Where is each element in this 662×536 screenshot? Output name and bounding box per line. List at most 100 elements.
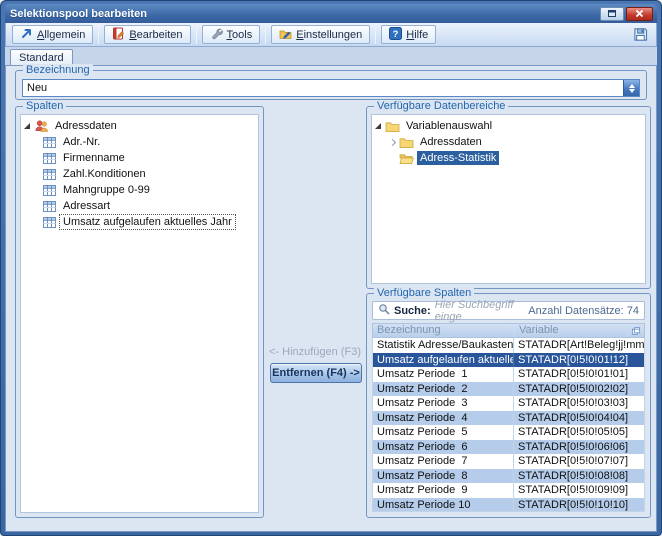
tab-strip: Standard (5, 47, 657, 65)
tree-item-column[interactable]: Adressart (41, 198, 258, 214)
table-header: Bezeichnung Variable (372, 323, 645, 338)
tree-item-label: Adressart (60, 199, 113, 213)
columns-table-body[interactable]: Statistik Adresse/Baukasten STATADR[Art!… (372, 338, 645, 512)
edit-document-icon (112, 27, 125, 43)
table-row[interactable]: Umsatz Periode 2 STATADR[0!5!0!02!02] (373, 382, 644, 397)
row-variable: STATADR[0!5!0!05!05] (513, 425, 644, 440)
verfuegbare-spalten-group-label: Verfügbare Spalten (374, 287, 474, 299)
tree-item-label: Mahngruppe 0-99 (60, 183, 153, 197)
search-label: Suche: (394, 305, 431, 317)
table-columns-icon (41, 167, 57, 181)
datenbereiche-tree[interactable]: Variablenauswahl Adressdaten (371, 114, 646, 284)
toolbar-separator (265, 26, 266, 44)
wrench-icon (210, 27, 223, 43)
tree-item-adressdaten-root[interactable]: Adressdaten (21, 118, 258, 134)
row-variable: STATADR[0!5!0!10!10] (513, 498, 644, 513)
column-header-bezeichnung[interactable]: Bezeichnung (373, 324, 514, 337)
spalten-tree[interactable]: Adressdaten Adr.-Nr. Firmenname Zahl.Kon… (20, 114, 259, 513)
restore-icon[interactable] (600, 7, 624, 21)
row-variable: STATADR[0!5!0!06!06] (513, 440, 644, 455)
help-icon: ? (389, 27, 402, 43)
bezeichnung-group: Bezeichnung Neu (15, 70, 647, 100)
tree-item-adress-statistik[interactable]: Adress-Statistik (386, 150, 645, 166)
table-row[interactable]: Umsatz Periode 8 STATADR[0!5!0!08!08] (373, 469, 644, 484)
toolbar-separator (375, 26, 376, 44)
table-row[interactable]: Statistik Adresse/Baukasten STATADR[Art!… (373, 338, 644, 353)
einstellungen-button[interactable]: Einstellungen (271, 25, 370, 44)
bezeichnung-group-label: Bezeichnung (23, 64, 93, 76)
table-row[interactable]: Umsatz Periode 3 STATADR[0!5!0!03!03] (373, 396, 644, 411)
expanded-arrow-icon[interactable] (372, 123, 384, 129)
tree-item-label: Adress-Statistik (417, 151, 499, 165)
search-bar[interactable]: Suche: Hier Suchbegriff einge Anzahl Dat… (372, 301, 645, 320)
bezeichnung-combobox[interactable]: Neu (22, 79, 640, 97)
tree-item-label: Umsatz aufgelaufen aktuelles Jahr (60, 215, 235, 229)
table-row[interactable]: Umsatz Periode 6 STATADR[0!5!0!06!06] (373, 440, 644, 455)
row-variable: STATADR[0!5!0!01!01] (513, 367, 644, 382)
row-bezeichnung: Umsatz Periode 4 (373, 411, 513, 426)
row-bezeichnung: Umsatz Periode 2 (373, 382, 513, 397)
row-bezeichnung: Umsatz Periode 5 (373, 425, 513, 440)
settings-icon (279, 27, 292, 43)
table-row[interactable]: Umsatz Periode 9 STATADR[0!5!0!09!09] (373, 483, 644, 498)
tree-item-column[interactable]: Zahl.Konditionen (41, 166, 258, 182)
hinzufuegen-button[interactable]: <- Hinzufügen (F3) (266, 346, 364, 358)
dialog-window: Selektionspool bearbeiten Allgemein Bear… (0, 0, 662, 536)
tools-button[interactable]: Tools (202, 25, 261, 44)
records-count-label: Anzahl Datensätze: (528, 305, 623, 317)
tree-item-label: Adressdaten (417, 135, 485, 149)
table-row[interactable]: Umsatz aufgelaufen aktuelles Jahr STATAD… (373, 353, 644, 368)
records-count-value: 74 (627, 305, 639, 317)
hilfe-button[interactable]: ? Hilfe (381, 25, 436, 44)
expanded-arrow-icon[interactable] (21, 123, 33, 129)
table-row[interactable]: Umsatz Periode 4 STATADR[0!5!0!04!04] (373, 411, 644, 426)
verfuegbare-spalten-group: Verfügbare Spalten Suche: Hier Suchbegri… (366, 293, 651, 518)
users-icon (33, 119, 49, 133)
combo-dropdown-icon[interactable] (623, 80, 639, 96)
tree-item-column[interactable]: Mahngruppe 0-99 (41, 182, 258, 198)
table-row[interactable]: Umsatz Periode 5 STATADR[0!5!0!05!05] (373, 425, 644, 440)
tree-item-label: Adressdaten (52, 119, 120, 133)
column-header-variable[interactable]: Variable (514, 324, 627, 337)
bearbeiten-button[interactable]: Bearbeiten (104, 25, 190, 44)
tree-item-column[interactable]: Adr.-Nr. (41, 134, 258, 150)
table-columns-icon (41, 135, 57, 149)
row-bezeichnung: Umsatz Periode 7 (373, 454, 513, 469)
save-floppy-icon[interactable] (630, 25, 650, 44)
table-row[interactable]: Umsatz Periode 1 STATADR[0!5!0!01!01] (373, 367, 644, 382)
entfernen-button[interactable]: Entfernen (F4) -> (270, 363, 362, 383)
allgemein-button[interactable]: Allgemein (12, 25, 93, 44)
close-icon[interactable] (626, 7, 653, 21)
svg-text:?: ? (393, 29, 399, 40)
titlebar: Selektionspool bearbeiten (5, 4, 657, 23)
tree-item-label: Firmenname (60, 151, 128, 165)
toolbar-separator (98, 26, 99, 44)
tree-item-adressdaten[interactable]: Adressdaten (386, 134, 645, 150)
tree-item-column[interactable]: Firmenname (41, 150, 258, 166)
tree-item-variablenauswahl[interactable]: Variablenauswahl (372, 118, 645, 134)
main-panel: Bezeichnung Neu Spalten Adressdate (5, 65, 657, 532)
table-columns-icon (41, 183, 57, 197)
spalten-group: Spalten Adressdaten Adr.-Nr. Firmenname (15, 106, 264, 518)
row-bezeichnung: Umsatz Periode 9 (373, 483, 513, 498)
table-columns-icon (41, 199, 57, 213)
row-variable: STATADR[0!5!0!01!12] (513, 353, 644, 368)
row-variable: STATADR[0!5!0!09!09] (513, 483, 644, 498)
column-chooser-icon[interactable] (627, 324, 644, 337)
table-columns-icon (41, 151, 57, 165)
tree-item-column[interactable]: Umsatz aufgelaufen aktuelles Jahr (41, 214, 258, 230)
row-bezeichnung: Umsatz Periode 1 (373, 367, 513, 382)
collapsed-arrow-icon[interactable] (386, 140, 398, 145)
row-variable: STATADR[0!5!0!08!08] (513, 469, 644, 484)
row-bezeichnung: Umsatz Periode 3 (373, 396, 513, 411)
row-bezeichnung: Umsatz Periode 8 (373, 469, 513, 484)
table-row[interactable]: Umsatz Periode 10 STATADR[0!5!0!10!10] (373, 498, 644, 513)
toolbar: Allgemein Bearbeiten Tools Einstellungen (5, 23, 657, 47)
row-variable: STATADR[0!5!0!04!04] (513, 411, 644, 426)
table-row[interactable]: Umsatz Periode 7 STATADR[0!5!0!07!07] (373, 454, 644, 469)
row-bezeichnung: Umsatz Periode 6 (373, 440, 513, 455)
toolbar-separator (196, 26, 197, 44)
folder-closed-icon (398, 135, 414, 149)
row-bezeichnung: Umsatz aufgelaufen aktuelles Jahr (373, 353, 513, 368)
search-input[interactable]: Hier Suchbegriff einge (435, 299, 529, 323)
